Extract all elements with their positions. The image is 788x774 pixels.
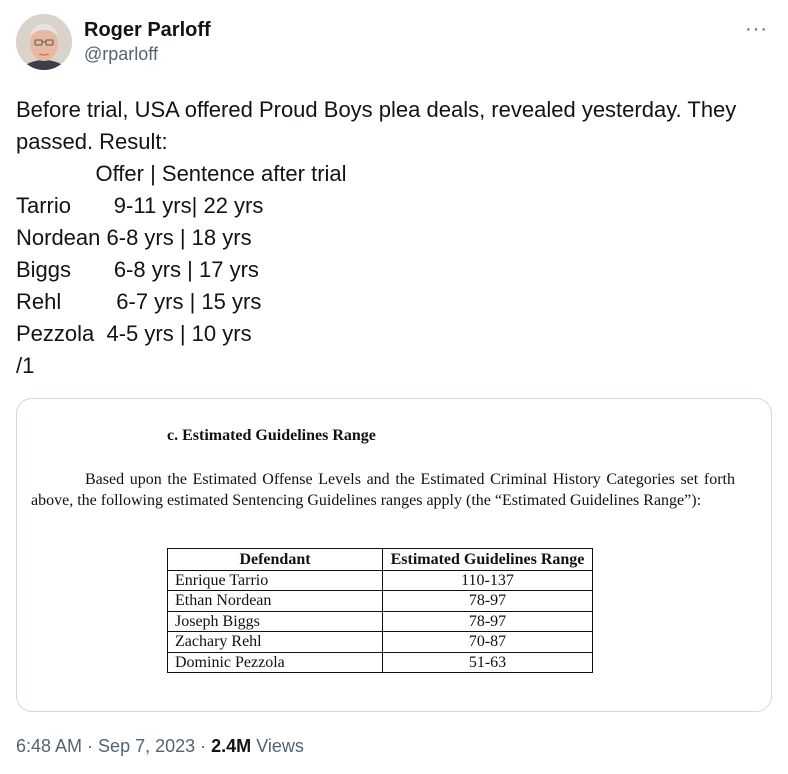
defendant-cell: Ethan Nordean xyxy=(167,590,383,612)
tweet-line: Offer | Sentence after trial xyxy=(16,161,347,186)
tweet-line: Rehl 6-7 yrs | 15 yrs xyxy=(16,289,262,314)
table-header-row: Defendant Estimated Guidelines Range xyxy=(167,548,593,571)
table-row: Enrique Tarrio 110-137 xyxy=(167,569,593,591)
separator: · xyxy=(195,736,212,756)
tweet-line: Nordean 6-8 yrs | 18 yrs xyxy=(16,225,252,250)
tweet-line: Biggs 6-8 yrs | 17 yrs xyxy=(16,257,259,282)
defendant-cell: Enrique Tarrio xyxy=(167,569,383,591)
more-options-icon[interactable]: ··· xyxy=(745,18,768,41)
tweet-line: passed. Result: xyxy=(16,129,168,154)
table-row: Dominic Pezzola 51-63 xyxy=(167,651,593,673)
tweet-date[interactable]: Sep 7, 2023 xyxy=(98,736,195,756)
defendant-cell: Dominic Pezzola xyxy=(167,651,383,673)
author-display-name[interactable]: Roger Parloff xyxy=(84,18,211,42)
column-header-defendant: Defendant xyxy=(167,548,383,571)
defendant-cell: Zachary Rehl xyxy=(167,631,383,653)
views-count[interactable]: 2.4M xyxy=(211,736,251,756)
tweet-footer: 6:48 AM · Sep 7, 2023 · 2.4M Views xyxy=(16,734,304,758)
separator: · xyxy=(82,736,99,756)
tweet-line: Before trial, USA offered Proud Boys ple… xyxy=(16,97,737,122)
table-row: Ethan Nordean 78-97 xyxy=(167,590,593,612)
document-heading: c. Estimated Guidelines Range xyxy=(167,427,376,444)
tweet-time[interactable]: 6:48 AM xyxy=(16,736,82,756)
tweet-line: Tarrio 9-11 yrs| 22 yrs xyxy=(16,193,264,218)
table-row: Joseph Biggs 78-97 xyxy=(167,610,593,632)
range-cell: 70-87 xyxy=(382,631,593,653)
views-label: Views xyxy=(256,736,304,756)
range-cell: 110-137 xyxy=(382,569,593,591)
defendant-cell: Joseph Biggs xyxy=(167,610,383,632)
avatar[interactable] xyxy=(16,14,72,70)
column-header-range: Estimated Guidelines Range xyxy=(382,548,593,571)
table-row: Zachary Rehl 70-87 xyxy=(167,631,593,653)
attached-image[interactable]: c. Estimated Guidelines Range Based upon… xyxy=(16,398,772,712)
range-cell: 51-63 xyxy=(382,651,593,673)
range-cell: 78-97 xyxy=(382,610,593,632)
document-paragraph: Based upon the Estimated Offense Levels … xyxy=(31,471,735,509)
range-cell: 78-97 xyxy=(382,590,593,612)
tweet-line: Pezzola 4-5 yrs | 10 yrs xyxy=(16,321,252,346)
tweet-text: Before trial, USA offered Proud Boys ple… xyxy=(16,94,776,382)
author-names: Roger Parloff @rparloff xyxy=(84,18,211,66)
guidelines-table: Defendant Estimated Guidelines Range Enr… xyxy=(167,548,593,673)
author-handle[interactable]: @rparloff xyxy=(84,42,211,66)
tweet-line: /1 xyxy=(16,353,35,378)
tweet-header: Roger Parloff @rparloff ··· xyxy=(16,12,772,72)
